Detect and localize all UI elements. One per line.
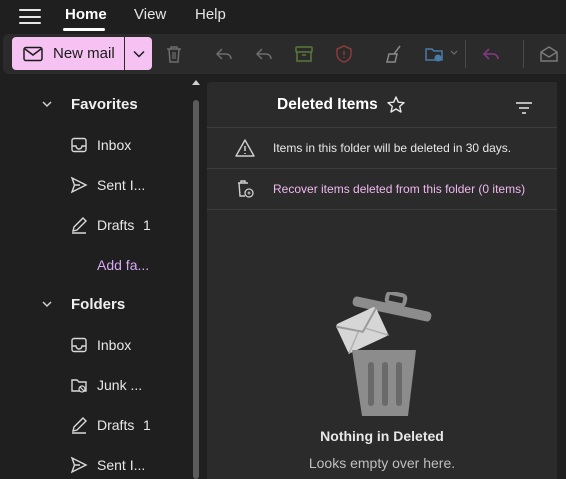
inbox-icon xyxy=(71,137,87,153)
envelope-open-icon[interactable] xyxy=(538,43,560,65)
reply-all-icon[interactable] xyxy=(253,43,275,65)
active-tab-indicator xyxy=(63,28,105,31)
sidebar-item-favorites-inbox[interactable]: Inbox xyxy=(70,133,131,157)
unread-count: 1 xyxy=(143,417,151,433)
new-mail-button[interactable]: New mail xyxy=(12,37,124,70)
sent-icon xyxy=(70,456,88,474)
sidebar-item-favorites-drafts[interactable]: Drafts 1 xyxy=(70,213,151,237)
report-icon[interactable] xyxy=(333,43,355,65)
sidebar-item-label: Drafts xyxy=(97,217,135,233)
retention-notice: Items in this folder will be deleted in … xyxy=(207,128,557,168)
undo-icon[interactable] xyxy=(480,43,502,65)
sidebar-scrollbar[interactable] xyxy=(192,80,200,479)
archive-icon[interactable] xyxy=(293,43,315,65)
sidebar-item-label: Sent I... xyxy=(97,457,146,473)
add-favorite-label: Add fa... xyxy=(97,257,150,273)
empty-state-title: Nothing in Deleted xyxy=(320,428,444,444)
sweep-icon[interactable] xyxy=(383,43,405,65)
drafts-icon xyxy=(72,217,87,234)
sent-icon xyxy=(70,176,88,194)
folders-label: Folders xyxy=(71,295,126,313)
chevron-down-icon xyxy=(42,301,52,308)
warning-icon xyxy=(235,139,255,157)
envelope-icon xyxy=(23,46,43,61)
divider xyxy=(207,209,557,210)
recover-trash-icon xyxy=(238,180,254,198)
sidebar-item-favorites-sent[interactable]: Sent I... xyxy=(70,173,145,197)
toolbar-divider xyxy=(523,40,524,68)
empty-trash-illustration xyxy=(335,292,432,416)
favorites-label: Favorites xyxy=(71,95,138,113)
chevron-down-icon[interactable] xyxy=(450,50,458,56)
scrollbar-thumb[interactable] xyxy=(193,100,199,479)
sidebar-item-folders-sent[interactable]: Sent I... xyxy=(70,453,145,477)
toolbar-divider xyxy=(465,40,466,68)
sidebar-item-label: Drafts xyxy=(97,417,135,433)
chevron-down-icon xyxy=(42,101,52,108)
sidebar-item-label: Junk ... xyxy=(97,377,143,393)
filter-icon[interactable] xyxy=(515,101,533,115)
sidebar-item-folders-inbox[interactable]: Inbox xyxy=(70,333,131,357)
star-icon[interactable] xyxy=(386,95,406,115)
scroll-up-arrow-icon[interactable] xyxy=(192,80,200,85)
favorites-header[interactable]: Favorites xyxy=(40,92,138,116)
folder-title: Deleted Items xyxy=(277,96,378,113)
empty-state-subtitle: Looks empty over here. xyxy=(308,455,456,471)
tab-home[interactable]: Home xyxy=(65,6,107,23)
drafts-icon xyxy=(72,417,87,434)
tab-help[interactable]: Help xyxy=(195,6,226,23)
move-to-icon[interactable] xyxy=(423,43,445,65)
recover-items-link[interactable]: Recover items deleted from this folder (… xyxy=(273,182,525,196)
sidebar-item-folders-drafts[interactable]: Drafts 1 xyxy=(70,413,151,437)
new-mail-label: New mail xyxy=(53,45,115,62)
tab-view[interactable]: View xyxy=(134,6,166,23)
folders-header[interactable]: Folders xyxy=(40,292,125,316)
new-mail-dropdown-button[interactable] xyxy=(125,37,152,70)
recover-items-row[interactable]: Recover items deleted from this folder (… xyxy=(207,169,557,209)
sidebar-item-label: Inbox xyxy=(97,137,132,153)
inbox-icon xyxy=(71,337,87,353)
retention-notice-text: Items in this folder will be deleted in … xyxy=(273,141,512,155)
message-list-pane: Deleted Items Items in this folder will … xyxy=(207,82,557,479)
trash-icon[interactable] xyxy=(163,43,185,65)
sidebar-item-folders-junk[interactable]: Junk ... xyxy=(70,373,142,397)
sidebar-item-label: Inbox xyxy=(97,337,132,353)
junk-icon xyxy=(71,379,87,393)
reply-icon[interactable] xyxy=(213,43,235,65)
chevron-down-icon xyxy=(132,50,145,58)
add-favorite-link[interactable]: Add fa... xyxy=(97,253,149,277)
hamburger-menu-icon[interactable] xyxy=(19,9,41,25)
sidebar-item-label: Sent I... xyxy=(97,177,146,193)
top-nav: Home View Help xyxy=(0,0,566,32)
ribbon-toolbar: New mail xyxy=(3,34,566,74)
unread-count: 1 xyxy=(143,217,151,233)
